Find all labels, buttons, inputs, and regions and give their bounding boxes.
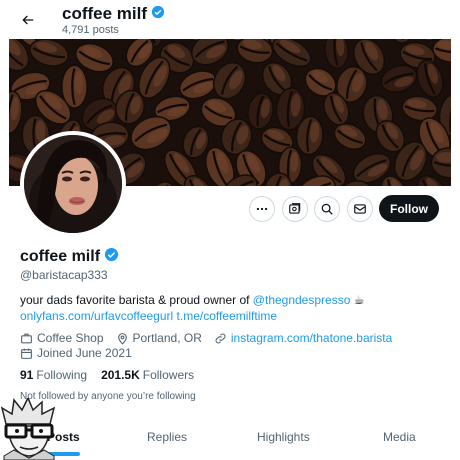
tab-replies[interactable]: Replies	[147, 430, 187, 444]
briefcase-icon	[21, 333, 32, 343]
avatar[interactable]	[20, 131, 126, 237]
posts-count: 4,791 posts	[62, 24, 119, 36]
bio-link-onlyfans[interactable]: onlyfans.com/urfavcoffeegurl	[20, 309, 173, 323]
coffee-emoji-icon: ☕	[353, 293, 365, 307]
followers-label: Followers	[142, 368, 195, 382]
header-title: coffee milf	[62, 4, 148, 23]
website-item[interactable]: instagram.com/thatone.barista	[214, 331, 392, 345]
verified-badge-icon	[151, 5, 165, 24]
following-stat[interactable]: 91 Following	[20, 368, 87, 382]
followers-stat[interactable]: 201.5K Followers	[101, 368, 194, 382]
more-dots-icon	[256, 207, 268, 211]
message-button[interactable]	[347, 196, 373, 222]
location-text: Portland, OR	[132, 331, 202, 345]
top-bar: coffee milf 4,791 posts	[0, 0, 460, 40]
back-arrow-icon[interactable]	[16, 8, 40, 32]
location-pin-icon	[117, 332, 127, 345]
joined-item: Joined June 2021	[20, 346, 132, 360]
grok-analyze-button[interactable]	[282, 196, 308, 222]
search-icon	[321, 203, 333, 215]
follow-stats: 91 Following 201.5K Followers	[20, 368, 194, 382]
follow-button[interactable]: Follow	[379, 195, 439, 222]
link-icon	[215, 333, 226, 343]
cartoon-face-watermark	[0, 396, 58, 460]
tab-media[interactable]: Media	[383, 430, 416, 444]
envelope-icon	[354, 204, 366, 214]
user-handle: @baristacap333	[20, 268, 108, 282]
bio-text: your dads favorite barista & proud owner…	[20, 293, 253, 307]
following-count: 91	[20, 368, 34, 382]
category-item: Coffee Shop	[20, 331, 104, 345]
joined-text: Joined June 2021	[37, 346, 132, 360]
category-text: Coffee Shop	[37, 331, 104, 345]
joined-row: Joined June 2021	[20, 346, 144, 360]
bio-link-telegram[interactable]: t.me/coffeemilftime	[177, 309, 277, 323]
location-item: Portland, OR	[116, 331, 202, 345]
grok-icon	[289, 203, 301, 214]
bio-mention-link[interactable]: @thegndespresso	[253, 293, 351, 307]
search-button[interactable]	[314, 196, 340, 222]
profile-name-row: coffee milf	[20, 247, 119, 267]
verified-badge-icon	[104, 247, 119, 267]
website-link[interactable]: instagram.com/thatone.barista	[231, 331, 392, 345]
header-name-row: coffee milf	[62, 4, 165, 24]
following-label: Following	[36, 368, 88, 382]
profile-meta-row: Coffee Shop Portland, OR instagram.com/t…	[20, 331, 404, 345]
bio: your dads favorite barista & proud owner…	[20, 292, 450, 324]
display-name: coffee milf	[20, 248, 101, 265]
calendar-icon	[21, 348, 32, 359]
more-options-button[interactable]	[249, 196, 275, 222]
followers-count: 201.5K	[101, 368, 140, 382]
tab-highlights[interactable]: Highlights	[257, 430, 310, 444]
